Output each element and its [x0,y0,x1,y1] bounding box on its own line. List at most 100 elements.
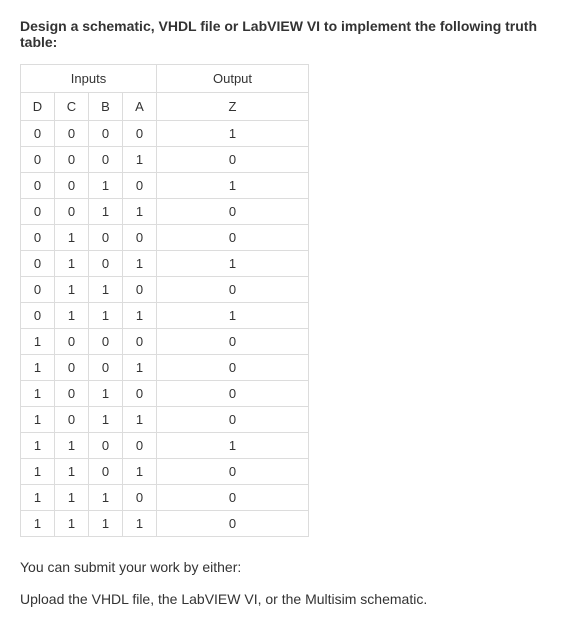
cell-a: 1 [123,355,157,381]
cell-c: 0 [55,173,89,199]
cell-b: 1 [89,381,123,407]
cell-b: 0 [89,329,123,355]
cell-d: 1 [21,485,55,511]
cell-a: 1 [123,459,157,485]
output-group-header: Output [157,65,309,93]
cell-b: 1 [89,485,123,511]
cell-z: 0 [157,485,309,511]
col-header-d: D [21,93,55,121]
cell-a: 1 [123,303,157,329]
cell-c: 0 [55,355,89,381]
cell-d: 1 [21,459,55,485]
cell-c: 1 [55,277,89,303]
cell-c: 0 [55,381,89,407]
table-row: 00001 [21,121,309,147]
cell-a: 0 [123,277,157,303]
cell-b: 0 [89,433,123,459]
cell-c: 0 [55,121,89,147]
cell-a: 1 [123,147,157,173]
cell-b: 0 [89,355,123,381]
cell-c: 1 [55,485,89,511]
col-header-z: Z [157,93,309,121]
cell-c: 1 [55,251,89,277]
truth-table: Inputs Output D C B A Z 0000100010001010… [20,64,309,537]
cell-d: 0 [21,121,55,147]
col-header-a: A [123,93,157,121]
table-row: 01111 [21,303,309,329]
cell-b: 1 [89,277,123,303]
cell-z: 1 [157,251,309,277]
cell-b: 0 [89,459,123,485]
cell-b: 1 [89,199,123,225]
cell-z: 0 [157,329,309,355]
table-row: 01011 [21,251,309,277]
cell-a: 0 [123,225,157,251]
truth-table-wrap: Inputs Output D C B A Z 0000100010001010… [20,64,547,537]
cell-c: 1 [55,433,89,459]
col-header-b: B [89,93,123,121]
cell-a: 1 [123,199,157,225]
table-row: 10000 [21,329,309,355]
question-heading: Design a schematic, VHDL file or LabVIEW… [20,18,547,50]
col-header-c: C [55,93,89,121]
table-row: 00010 [21,147,309,173]
cell-d: 0 [21,225,55,251]
cell-z: 0 [157,277,309,303]
table-group-header-row: Inputs Output [21,65,309,93]
cell-b: 1 [89,407,123,433]
cell-z: 0 [157,199,309,225]
cell-d: 0 [21,147,55,173]
cell-c: 0 [55,147,89,173]
table-row: 11100 [21,485,309,511]
cell-a: 0 [123,121,157,147]
cell-d: 1 [21,433,55,459]
cell-b: 0 [89,251,123,277]
cell-z: 0 [157,407,309,433]
cell-a: 0 [123,329,157,355]
cell-c: 0 [55,329,89,355]
cell-z: 0 [157,459,309,485]
truth-table-body: 0000100010001010011001000010110110001111… [21,121,309,537]
cell-c: 1 [55,225,89,251]
cell-b: 1 [89,173,123,199]
cell-z: 0 [157,225,309,251]
cell-c: 0 [55,199,89,225]
table-row: 10100 [21,381,309,407]
cell-b: 0 [89,225,123,251]
cell-d: 1 [21,355,55,381]
cell-b: 0 [89,147,123,173]
cell-b: 0 [89,121,123,147]
submission-instruction: Upload the VHDL file, the LabVIEW VI, or… [20,591,547,607]
cell-z: 1 [157,121,309,147]
cell-a: 0 [123,433,157,459]
cell-c: 0 [55,407,89,433]
table-row: 11010 [21,459,309,485]
cell-z: 1 [157,303,309,329]
table-row: 10010 [21,355,309,381]
cell-d: 0 [21,173,55,199]
cell-z: 1 [157,173,309,199]
cell-a: 0 [123,381,157,407]
cell-a: 0 [123,173,157,199]
cell-c: 1 [55,459,89,485]
cell-d: 1 [21,407,55,433]
cell-d: 1 [21,381,55,407]
cell-z: 0 [157,355,309,381]
table-row: 01000 [21,225,309,251]
cell-c: 1 [55,303,89,329]
cell-d: 0 [21,303,55,329]
cell-d: 0 [21,277,55,303]
table-row: 01100 [21,277,309,303]
cell-z: 1 [157,433,309,459]
cell-z: 0 [157,147,309,173]
cell-a: 1 [123,251,157,277]
cell-b: 1 [89,303,123,329]
table-row: 10110 [21,407,309,433]
table-row: 00101 [21,173,309,199]
cell-d: 0 [21,199,55,225]
table-row: 00110 [21,199,309,225]
table-row: 11001 [21,433,309,459]
inputs-group-header: Inputs [21,65,157,93]
cell-a: 1 [123,407,157,433]
cell-d: 0 [21,251,55,277]
